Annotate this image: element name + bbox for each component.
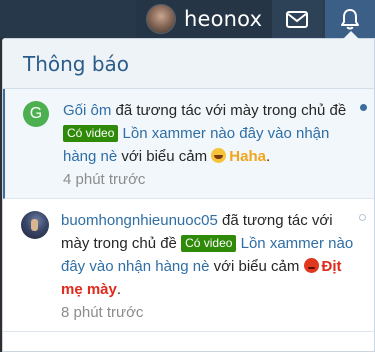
timestamp: 4 phút trước [63,171,146,188]
notification-message: với biểu cảm [117,148,212,165]
dropdown-pointer [343,31,359,39]
notification-item[interactable]: G Gối ôm đã tương tác với mày trong chủ … [3,89,374,199]
avatar[interactable]: G [23,101,49,127]
angry-reaction-icon [303,258,319,273]
notification-text: buomhongnhieunuoc05 đã tương tác với mày… [61,209,364,301]
dropdown-header: Thông báo [3,39,374,89]
thread-prefix-badge: Có video [181,235,237,252]
inbox-button[interactable] [272,0,322,38]
actor-link[interactable]: buomhongnhieunuoc05 [61,212,218,229]
thread-prefix-badge: Có video [63,125,119,142]
dropdown-title: Thông báo [23,51,130,76]
username: heonox [184,7,263,31]
actor-link[interactable]: Gối ôm [63,102,111,119]
notification-item[interactable]: buomhongnhieunuoc05 đã tương tác với mày… [3,199,374,332]
reaction-label: Haha [229,148,266,165]
bell-icon [341,9,359,30]
haha-reaction-icon [211,148,227,163]
notification-message: với biểu cảm [209,258,304,275]
notification-message: đã tương tác với mày trong chủ đề [111,102,347,119]
notification-message: . [265,148,271,165]
top-navbar: heonox [0,0,375,38]
envelope-icon [286,10,308,28]
account-menu-button[interactable]: heonox [136,0,272,38]
avatar[interactable] [21,211,49,239]
navbar-left-segment [0,0,136,38]
notifications-dropdown: Thông báo G Gối ôm đã tương tác với mày … [2,38,375,352]
mark-read-toggle[interactable] [359,214,366,221]
mark-read-toggle[interactable] [360,104,367,111]
timestamp: 8 phút trước [61,304,144,321]
notification-message: . [116,281,122,298]
notification-text: Gối ôm đã tương tác với mày trong chủ đề… [63,99,364,168]
avatar [146,4,176,34]
